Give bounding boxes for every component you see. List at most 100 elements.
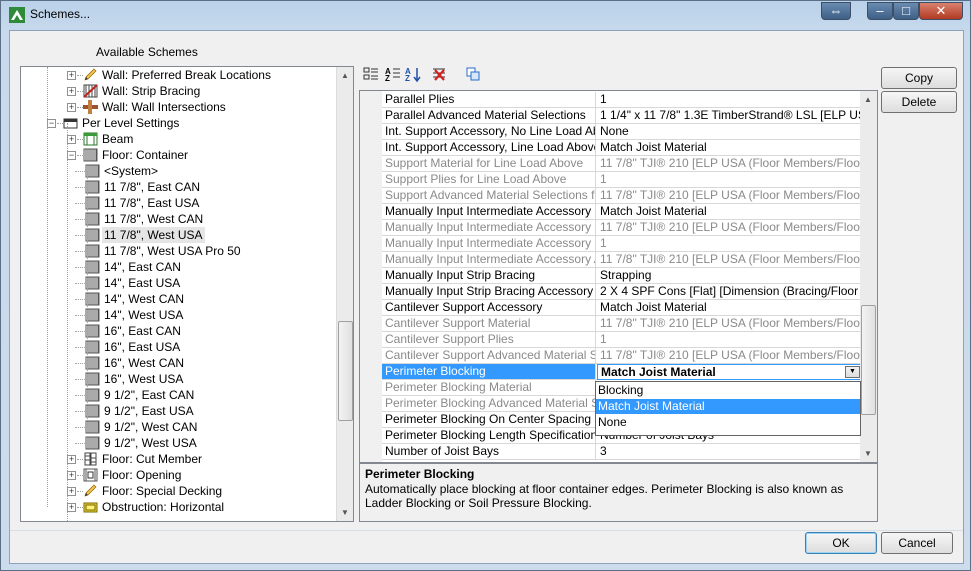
maximize-button[interactable]: □	[893, 2, 919, 20]
title-bar[interactable]: Schemes... ⇔ – □ ✕	[1, 1, 970, 29]
tree-item[interactable]: 14", East CAN	[21, 259, 337, 275]
expand-icon[interactable]: +	[67, 455, 76, 464]
dropdown-option-none[interactable]: None	[596, 415, 860, 430]
ok-button[interactable]: OK	[805, 532, 877, 554]
tree-item[interactable]: + Wall: Wall Intersections	[21, 99, 337, 115]
property-value[interactable]: 1	[597, 332, 862, 347]
property-value[interactable]: 1	[597, 92, 862, 107]
property-value[interactable]: 1	[597, 236, 862, 251]
categorized-icon[interactable]	[362, 66, 380, 84]
tree-item[interactable]: + Floor: Opening	[21, 467, 337, 483]
tree-item[interactable]: − Per Level Settings	[21, 115, 337, 131]
property-value[interactable]: 3	[597, 444, 862, 459]
expand-icon[interactable]: +	[67, 71, 76, 80]
perimeter-blocking-dropdown[interactable]: Blocking Match Joist Material None	[595, 381, 861, 436]
property-value[interactable]: 11 7/8" TJI® 210 [ELP USA (Floor Members…	[597, 220, 862, 235]
property-value[interactable]: 1 1/4" x 11 7/8" 1.3E TimberStrand® LSL …	[597, 108, 862, 123]
property-value[interactable]: 1	[597, 172, 862, 187]
property-row[interactable]: Parallel Advanced Material Selections 1 1…	[382, 108, 862, 124]
expand-icon[interactable]: +	[67, 487, 76, 496]
property-row[interactable]: Number of Joist Bays 3	[382, 444, 862, 460]
property-row[interactable]: Cantilever Support Advanced Material Sel…	[382, 348, 862, 364]
scroll-down-icon[interactable]: ▼	[337, 504, 353, 521]
expand-icon[interactable]: +	[67, 87, 76, 96]
tree-item[interactable]: 14", West CAN	[21, 291, 337, 307]
tree-item[interactable]: + Wall: Preferred Break Locations	[21, 67, 337, 83]
property-row[interactable]: Manually Input Intermediate Accessory Ma…	[382, 220, 862, 236]
property-row[interactable]: Manually Input Strip Bracing Accessory M…	[382, 284, 862, 300]
grid-scrollbar[interactable]: ▲ ▼	[860, 91, 877, 462]
tree-item[interactable]: 16", East CAN	[21, 323, 337, 339]
tree-item[interactable]: 11 7/8", East USA	[21, 195, 337, 211]
tree-item[interactable]: + Floor: Special Decking	[21, 483, 337, 499]
tree-item[interactable]: 16", West USA	[21, 371, 337, 387]
tree-item[interactable]: + Obstruction: Horizontal	[21, 499, 337, 515]
tree-item[interactable]: 16", East USA	[21, 339, 337, 355]
property-value[interactable]: Match Joist Material	[597, 140, 862, 155]
property-row[interactable]: Int. Support Accessory, Line Load Above M…	[382, 140, 862, 156]
perimeter-blocking-combo[interactable]: Match Joist Material ▼	[597, 364, 862, 380]
tree-item[interactable]: 9 1/2", West USA	[21, 435, 337, 451]
expand-icon[interactable]: +	[67, 103, 76, 112]
tree-scroll-thumb[interactable]	[338, 321, 353, 421]
chevron-down-icon[interactable]: ▼	[845, 366, 860, 378]
property-row[interactable]: Perimeter Blocking Match Joist Material ▼	[382, 364, 862, 380]
tree-item[interactable]: 11 7/8", West USA Pro 50	[21, 243, 337, 259]
tree-item[interactable]: 9 1/2", East CAN	[21, 387, 337, 403]
property-row[interactable]: Manually Input Intermediate Accessory Pl…	[382, 236, 862, 252]
tree-item[interactable]: 16", West CAN	[21, 355, 337, 371]
schemes-tree[interactable]: + Wall: Preferred Break Locations + Wall: S…	[20, 66, 354, 522]
grid-scroll-up-icon[interactable]: ▲	[860, 91, 876, 108]
tree-item[interactable]: 9 1/2", East USA	[21, 403, 337, 419]
property-value[interactable]: Strapping	[597, 268, 862, 283]
tree-item[interactable]: 11 7/8", West USA	[21, 227, 337, 243]
collapse-icon[interactable]: −	[67, 151, 76, 160]
grid-scroll-thumb[interactable]	[861, 305, 876, 415]
tree-item[interactable]: 11 7/8", West CAN	[21, 211, 337, 227]
close-button[interactable]: ✕	[919, 2, 963, 20]
tree-item[interactable]: 11 7/8", East CAN	[21, 179, 337, 195]
delete-button[interactable]: Delete	[881, 91, 957, 113]
tree-item[interactable]: <System>	[21, 163, 337, 179]
property-value[interactable]: 11 7/8" TJI® 210 [ELP USA (Floor Members…	[597, 252, 862, 267]
dropdown-option-blocking[interactable]: Blocking	[596, 383, 860, 398]
property-value[interactable]: Match Joist Material	[597, 300, 862, 315]
property-row[interactable]: Int. Support Accessory, No Line Load Abo…	[382, 124, 862, 140]
scroll-up-icon[interactable]: ▲	[337, 67, 353, 84]
alphabetical-icon[interactable]: AZ	[384, 66, 402, 84]
property-row[interactable]: Cantilever Support Material 11 7/8" TJI® …	[382, 316, 862, 332]
expand-icon[interactable]: +	[67, 135, 76, 144]
expand-icon[interactable]: +	[67, 503, 76, 512]
property-row[interactable]: Cantilever Support Plies 1	[382, 332, 862, 348]
tree-item[interactable]: 14", West USA	[21, 307, 337, 323]
minimize-button[interactable]: –	[867, 2, 893, 20]
property-value[interactable]: None	[597, 124, 862, 139]
tree-scrollbar[interactable]: ▲ ▼	[336, 67, 353, 521]
dropdown-option-match-joist-material[interactable]: Match Joist Material	[596, 399, 860, 414]
property-row[interactable]: Support Material for Line Load Above 11 7…	[382, 156, 862, 172]
tree-item[interactable]: − Floor: Container	[21, 147, 337, 163]
grid-scroll-down-icon[interactable]: ▼	[860, 445, 876, 462]
property-row[interactable]: Cantilever Support Accessory Match Joist …	[382, 300, 862, 316]
property-value[interactable]: 11 7/8" TJI® 210 [ELP USA (Floor Members…	[597, 188, 862, 203]
expand-icon[interactable]: +	[67, 471, 76, 480]
tree-item[interactable]: 14", East USA	[21, 275, 337, 291]
cancel-button[interactable]: Cancel	[881, 532, 953, 554]
property-row[interactable]: Manually Input Strip Bracing Strapping	[382, 268, 862, 284]
tree-item[interactable]: + Wall: Strip Bracing	[21, 83, 337, 99]
copy-icon[interactable]	[464, 66, 482, 84]
property-value[interactable]: 2 X 4 SPF Cons [Flat] [Dimension (Bracin…	[597, 284, 862, 299]
property-value[interactable]: 11 7/8" TJI® 210 [ELP USA (Floor Members…	[597, 156, 862, 171]
tree-item[interactable]: + Beam	[21, 131, 337, 147]
property-row[interactable]: Support Plies for Line Load Above 1	[382, 172, 862, 188]
copy-button[interactable]: Copy	[881, 67, 957, 89]
restore-size-button[interactable]: ⇔	[821, 2, 851, 20]
collapse-icon[interactable]: −	[47, 119, 56, 128]
tree-item[interactable]: 9 1/2", West CAN	[21, 419, 337, 435]
tree-item[interactable]: + Floor: Cut Member	[21, 451, 337, 467]
property-row[interactable]: Manually Input Intermediate Accessory Ad…	[382, 252, 862, 268]
property-value[interactable]: 11 7/8" TJI® 210 [ELP USA (Floor Members…	[597, 316, 862, 331]
property-value[interactable]: 11 7/8" TJI® 210 [ELP USA (Floor Members…	[597, 348, 862, 363]
property-row[interactable]: Parallel Plies 1	[382, 92, 862, 108]
sort-icon[interactable]: AZ	[404, 66, 422, 84]
